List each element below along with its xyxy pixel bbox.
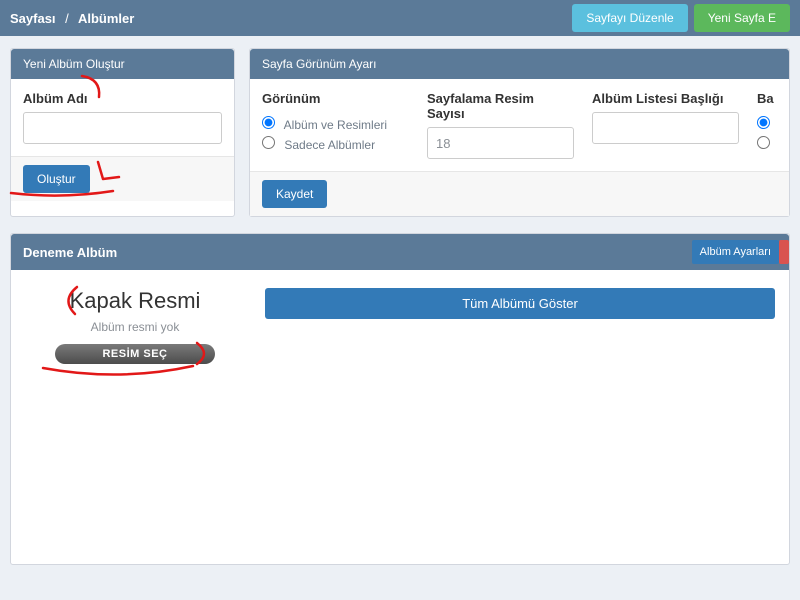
annotation-olustur-tick: [95, 159, 123, 186]
list-title-input[interactable]: [592, 112, 739, 144]
extra-option-1[interactable]: [757, 136, 777, 152]
cover-title: Kapak Resmi: [25, 288, 245, 314]
topbar: Sayfası / Albümler Sayfayı Düzenle Yeni …: [0, 0, 800, 36]
create-album-footer: Oluştur: [11, 156, 234, 201]
annotation-resimsec-underline: [39, 362, 199, 385]
album-title: Deneme Albüm: [23, 245, 117, 260]
page-count-input[interactable]: [427, 127, 574, 159]
create-album-body: Albüm Adı: [11, 79, 234, 156]
edit-page-button[interactable]: Sayfayı Düzenle: [572, 4, 687, 32]
save-settings-button[interactable]: Kaydet: [262, 180, 327, 208]
album-header-actions: Albüm Ayarları: [692, 240, 789, 264]
page-count-label: Sayfalama Resim Sayısı: [427, 91, 574, 121]
view-settings-panel: Sayfa Görünüm Ayarı Görünüm Albüm ve Res…: [249, 48, 790, 217]
album-name-input[interactable]: [23, 112, 222, 144]
breadcrumb-part-1: Sayfası: [10, 11, 56, 26]
extra-label: Ba: [757, 91, 777, 106]
extra-col: Ba: [757, 91, 777, 159]
page-count-col: Sayfalama Resim Sayısı: [427, 91, 574, 159]
album-body: Kapak Resmi Albüm resmi yok RESİM SEÇ Tü…: [11, 270, 789, 564]
extra-radio-1[interactable]: [757, 136, 770, 149]
view-radio-1[interactable]: [262, 136, 275, 149]
album-panel: Deneme Albüm Albüm Ayarları Kapak Resmi …: [10, 233, 790, 565]
breadcrumb: Sayfası / Albümler: [10, 11, 134, 26]
view-radio-0[interactable]: [262, 116, 275, 129]
select-image-button[interactable]: RESİM SEÇ: [55, 344, 215, 364]
view-settings-header: Sayfa Görünüm Ayarı: [250, 49, 789, 79]
view-option-1-label: Sadece Albümler: [284, 138, 375, 152]
album-header: Deneme Albüm Albüm Ayarları: [11, 234, 789, 270]
view-col: Görünüm Albüm ve Resimleri Sadece Albüml…: [262, 91, 409, 159]
show-all-wrap: Tüm Albümü Göster: [265, 288, 775, 364]
content-row: Yeni Albüm Oluştur Albüm Adı Oluştur Say…: [0, 36, 800, 227]
extra-option-0[interactable]: [757, 116, 777, 132]
list-title-label: Albüm Listesi Başlığı: [592, 91, 739, 106]
album-settings-button[interactable]: Albüm Ayarları: [692, 240, 779, 264]
view-option-0[interactable]: Albüm ve Resimleri: [262, 116, 409, 132]
view-radio-group: Albüm ve Resimleri Sadece Albümler: [262, 116, 409, 156]
view-settings-body: Görünüm Albüm ve Resimleri Sadece Albüml…: [250, 79, 789, 171]
create-album-panel: Yeni Albüm Oluştur Albüm Adı Oluştur: [10, 48, 235, 217]
view-option-0-label: Albüm ve Resimleri: [284, 118, 387, 132]
breadcrumb-part-2: Albümler: [78, 11, 134, 26]
create-album-header: Yeni Albüm Oluştur: [11, 49, 234, 79]
cover-block: Kapak Resmi Albüm resmi yok RESİM SEÇ: [25, 288, 245, 364]
view-label: Görünüm: [262, 91, 409, 106]
new-page-button[interactable]: Yeni Sayfa E: [694, 4, 790, 32]
album-name-label: Albüm Adı: [23, 91, 222, 106]
view-option-1[interactable]: Sadece Albümler: [262, 136, 409, 152]
view-settings-footer: Kaydet: [250, 171, 789, 216]
create-button[interactable]: Oluştur: [23, 165, 90, 193]
show-all-button[interactable]: Tüm Albümü Göster: [265, 288, 775, 319]
album-danger-button[interactable]: [779, 240, 789, 264]
breadcrumb-sep: /: [65, 11, 69, 26]
topbar-actions: Sayfayı Düzenle Yeni Sayfa E: [572, 4, 790, 32]
list-title-col: Albüm Listesi Başlığı: [592, 91, 739, 159]
extra-radio-0[interactable]: [757, 116, 770, 129]
cover-note: Albüm resmi yok: [25, 320, 245, 334]
